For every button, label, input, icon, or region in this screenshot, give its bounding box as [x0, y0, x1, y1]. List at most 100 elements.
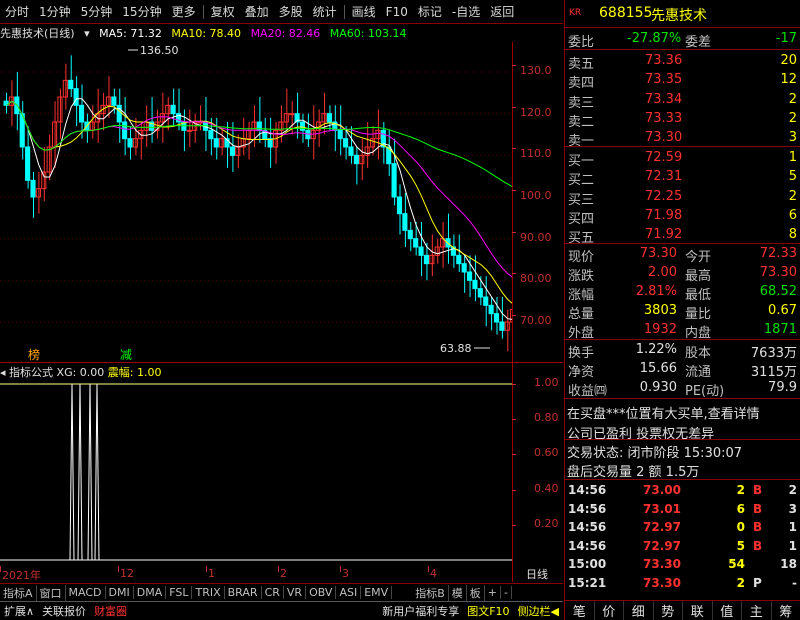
indicator-tab[interactable]: EMV: [361, 586, 393, 599]
status-item[interactable]: 新用户福利专享: [378, 603, 463, 619]
quote-tab[interactable]: 细: [624, 601, 654, 620]
candle-body: [353, 154, 359, 165]
quote-tab[interactable]: 筹: [772, 601, 800, 620]
toolbar-item[interactable]: 多股: [274, 3, 308, 20]
tick-count: -: [792, 575, 797, 590]
date-tick-label: 12: [120, 567, 134, 580]
divider: [565, 339, 800, 340]
sell-level-row[interactable]: 卖二 73.33 2: [565, 110, 800, 130]
indicator-tab[interactable]: FSL: [166, 586, 193, 599]
stat-label: 涨幅: [568, 288, 595, 303]
toolbar-separator: [202, 4, 204, 19]
level-label: 卖三: [568, 95, 595, 111]
period-label[interactable]: 日线: [526, 566, 548, 582]
sell-level-row[interactable]: 卖四 73.35 12: [565, 71, 800, 91]
indicator-tab[interactable]: DMI: [106, 586, 134, 599]
tick-row: 14:56 73.00 2 B 2: [565, 482, 800, 500]
stock-period-label[interactable]: 先惠技术(日线): [0, 27, 75, 40]
quote-tab[interactable]: 主: [742, 601, 772, 620]
buy-level-row[interactable]: 买一 72.59 1: [565, 149, 800, 169]
quote-stat-row: 外盘 1932 内盘 1871: [565, 321, 800, 341]
indicator-tab[interactable]: BRAR: [225, 586, 262, 599]
status-item[interactable]: 扩展∧: [0, 603, 38, 619]
status-item[interactable]: 侧边栏◀: [514, 603, 563, 619]
buy-level-row[interactable]: 买三 72.25 2: [565, 188, 800, 208]
tick-row: 15:00 73.30 54 18: [565, 556, 800, 574]
indicator-tick: [512, 454, 516, 456]
indicator-tab[interactable]: 模: [449, 584, 467, 601]
candlestick-chart[interactable]: 136.50 63.88 榜 减: [0, 42, 512, 362]
tick-price: 72.97: [643, 538, 681, 553]
stat-label: 现价: [568, 250, 595, 265]
indicator-icon[interactable]: ◂: [0, 366, 6, 379]
stat-value: 68.52: [759, 284, 797, 299]
sell-level-row[interactable]: 卖三 73.34 2: [565, 91, 800, 111]
quote-stat-row: 净资 15.66 流通 3115万: [565, 360, 800, 380]
toolbar-item[interactable]: -自选: [447, 3, 485, 20]
stat-value: 1.22%: [635, 342, 677, 357]
toolbar-item[interactable]: 标记: [413, 3, 447, 20]
indicator-tab[interactable]: CR: [262, 586, 284, 599]
chart-title-bar: 先惠技术(日线) ▾ MA5: 71.32 MA10: 78.40 MA20: …: [0, 25, 563, 41]
toolbar-item[interactable]: 更多: [167, 3, 201, 20]
toolbar-item[interactable]: 返回: [485, 3, 519, 20]
candle-body: [504, 321, 510, 331]
candle-body: [488, 304, 494, 315]
toolbar-item[interactable]: 画线: [347, 3, 381, 20]
indicator-tab[interactable]: MACD: [66, 586, 106, 599]
toolbar-item[interactable]: F10: [381, 5, 413, 19]
indicator-formula-label[interactable]: 指标公式: [9, 366, 53, 379]
toolbar-item[interactable]: 复权: [206, 3, 240, 20]
status-item[interactable]: 财富圈: [90, 603, 131, 619]
high-label: 136.50: [140, 44, 179, 57]
indicator-tab[interactable]: 窗口: [37, 584, 66, 601]
ma5-label: MA5: 71.32: [99, 27, 162, 40]
indicator-tab[interactable]: +: [485, 586, 501, 599]
quote-tab[interactable]: 笔: [565, 601, 595, 620]
stat-value: 0.930: [639, 380, 677, 395]
price-tick-label: [512, 273, 516, 275]
dropdown-icon[interactable]: ▾: [84, 27, 90, 40]
toolbar-item[interactable]: 5分钟: [76, 3, 118, 20]
indicator-tabs: 指标A 窗口 MACD DMI DMA FSL TRIX BRAR CR VR OBV ASI EMV 指…: [0, 583, 563, 601]
indicator-tab[interactable]: TRIX: [192, 586, 225, 599]
toolbar-item[interactable]: 分时: [0, 3, 34, 20]
quote-tab[interactable]: 值: [713, 601, 742, 620]
toolbar-item[interactable]: 统计: [308, 3, 342, 20]
indicator-tab[interactable]: OBV: [306, 586, 337, 599]
indicator-tab[interactable]: -: [501, 586, 512, 599]
stat-value: 15.66: [639, 361, 677, 376]
sell-level-row[interactable]: 卖五 73.36 20: [565, 52, 800, 72]
toolbar-item[interactable]: 叠加: [240, 3, 274, 20]
status-item[interactable]: 关联报价: [38, 603, 90, 619]
stat-value: 79.9: [768, 380, 797, 395]
date-tick: [0, 566, 1, 572]
indicator-chart[interactable]: [0, 380, 512, 565]
date-tick: [206, 566, 207, 572]
indicator-tab[interactable]: DMA: [134, 586, 167, 599]
price-axis: 130.0 120.0 110.0 100.0 90.00 80.00 70.00: [512, 42, 563, 362]
quote-tab[interactable]: 价: [595, 601, 624, 620]
indicator-tab[interactable]: VR: [284, 586, 307, 599]
candle-body: [289, 113, 295, 116]
toolbar-item[interactable]: 1分钟: [34, 3, 76, 20]
notice-big-order[interactable]: 在买盘***位置有大买单,查看详情: [565, 402, 800, 422]
toolbar-item[interactable]: 15分钟: [117, 3, 166, 20]
event-marker: 榜: [28, 347, 40, 362]
candle-body: [30, 179, 36, 198]
indicator-tab[interactable]: 指标B: [412, 584, 449, 601]
buy-level-row[interactable]: 买二 72.31 5: [565, 168, 800, 188]
indicator-tab[interactable]: 板: [467, 584, 485, 601]
tick-flag: B: [753, 538, 763, 553]
buy-level-row[interactable]: 买四 71.98 6: [565, 207, 800, 227]
status-item[interactable]: 图文F10: [463, 603, 513, 619]
indicator-tab[interactable]: ASI: [336, 586, 362, 599]
price-tick-text: 130.0: [520, 64, 552, 77]
ma10-label: MA10: 78.40: [171, 27, 242, 40]
quote-tab[interactable]: 势: [654, 601, 683, 620]
indicator-tab[interactable]: 指标A: [0, 584, 37, 601]
candle-body: [348, 146, 354, 156]
quote-tab[interactable]: 联: [683, 601, 713, 620]
candle-body: [25, 146, 31, 181]
candle-body: [407, 229, 413, 240]
